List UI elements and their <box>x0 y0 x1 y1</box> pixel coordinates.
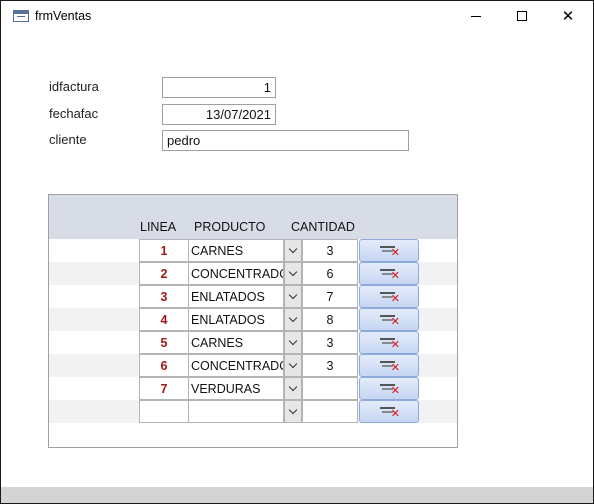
delete-record-icon: ✕ <box>380 337 400 350</box>
delete-record-icon: ✕ <box>380 245 400 258</box>
producto-dropdown-button[interactable] <box>284 262 302 285</box>
table-row: 4 ENLATADOS 8 ✕ <box>49 308 457 331</box>
title-bar: frmVentas ✕ <box>1 1 593 31</box>
status-bar <box>1 487 593 503</box>
window-title: frmVentas <box>35 9 92 23</box>
linea-cell[interactable]: 4 <box>139 308 189 331</box>
linea-cell[interactable]: 3 <box>139 285 189 308</box>
linea-cell[interactable]: 5 <box>139 331 189 354</box>
linea-cell[interactable] <box>139 400 189 423</box>
delete-line-button[interactable]: ✕ <box>359 400 419 423</box>
minimize-icon <box>471 15 481 17</box>
delete-record-icon: ✕ <box>380 314 400 327</box>
chevron-down-icon <box>288 359 298 369</box>
delete-line-button[interactable]: ✕ <box>359 308 419 331</box>
cantidad-cell[interactable] <box>302 377 358 400</box>
cantidad-cell[interactable]: 3 <box>302 331 358 354</box>
delete-record-icon: ✕ <box>380 268 400 281</box>
cantidad-cell[interactable] <box>302 400 358 423</box>
cliente-label: cliente <box>49 132 87 147</box>
chevron-down-icon <box>288 405 298 415</box>
producto-dropdown-button[interactable] <box>284 308 302 331</box>
producto-combobox[interactable]: VERDURAS <box>188 377 284 400</box>
producto-dropdown-button[interactable] <box>284 400 302 423</box>
chevron-down-icon <box>288 244 298 254</box>
chevron-down-icon <box>288 382 298 392</box>
producto-combobox[interactable]: CARNES <box>188 331 284 354</box>
producto-combobox[interactable] <box>188 400 284 423</box>
delete-record-icon: ✕ <box>380 360 400 373</box>
subform-header: LINEA PRODUCTO CANTIDAD <box>49 195 457 239</box>
producto-dropdown-button[interactable] <box>284 377 302 400</box>
producto-dropdown-button[interactable] <box>284 354 302 377</box>
producto-combobox[interactable]: CONCENTRADOS <box>188 262 284 285</box>
linea-cell[interactable]: 1 <box>139 239 189 262</box>
delete-record-icon: ✕ <box>380 406 400 419</box>
idfactura-label: idfactura <box>49 79 99 94</box>
idfactura-field[interactable] <box>162 77 276 98</box>
cantidad-cell[interactable]: 7 <box>302 285 358 308</box>
minimize-button[interactable] <box>453 1 499 31</box>
close-icon: ✕ <box>561 8 575 25</box>
cliente-field[interactable] <box>162 130 409 151</box>
chevron-down-icon <box>288 267 298 277</box>
producto-combobox[interactable]: ENLATADOS <box>188 285 284 308</box>
linea-column-header: LINEA <box>140 220 177 234</box>
cantidad-cell[interactable]: 3 <box>302 239 358 262</box>
producto-combobox[interactable]: ENLATADOS <box>188 308 284 331</box>
cantidad-cell[interactable]: 6 <box>302 262 358 285</box>
table-row: 1 CARNES 3 ✕ <box>49 239 457 262</box>
table-row: 5 CARNES 3 ✕ <box>49 331 457 354</box>
producto-column-header: PRODUCTO <box>194 220 266 234</box>
linea-cell[interactable]: 7 <box>139 377 189 400</box>
chevron-down-icon <box>288 313 298 323</box>
delete-line-button[interactable]: ✕ <box>359 331 419 354</box>
producto-combobox[interactable]: CONCENTRADOS <box>188 354 284 377</box>
chevron-down-icon <box>288 336 298 346</box>
form-icon <box>13 10 29 22</box>
delete-record-icon: ✕ <box>380 383 400 396</box>
producto-dropdown-button[interactable] <box>284 239 302 262</box>
sales-lines-subform: LINEA PRODUCTO CANTIDAD 1 CARNES 3 ✕ 2 CONCEN… <box>48 194 458 448</box>
form-window: frmVentas ✕ idfactura fechafac cliente L… <box>0 0 594 504</box>
linea-cell[interactable]: 6 <box>139 354 189 377</box>
delete-line-button[interactable]: ✕ <box>359 262 419 285</box>
producto-dropdown-button[interactable] <box>284 285 302 308</box>
producto-dropdown-button[interactable] <box>284 331 302 354</box>
fechafac-label: fechafac <box>49 106 99 121</box>
delete-line-button[interactable]: ✕ <box>359 354 419 377</box>
fechafac-field[interactable] <box>162 104 276 125</box>
maximize-button[interactable] <box>499 1 545 31</box>
table-row: 3 ENLATADOS 7 ✕ <box>49 285 457 308</box>
delete-record-icon: ✕ <box>380 291 400 304</box>
delete-line-button[interactable]: ✕ <box>359 239 419 262</box>
table-row: ✕ <box>49 400 457 423</box>
delete-line-button[interactable]: ✕ <box>359 285 419 308</box>
linea-cell[interactable]: 2 <box>139 262 189 285</box>
table-row: 2CONCENTRADOS 6 ✕ <box>49 262 457 285</box>
maximize-icon <box>517 11 527 21</box>
cantidad-cell[interactable]: 3 <box>302 354 358 377</box>
close-button[interactable]: ✕ <box>545 1 591 31</box>
cantidad-column-header: CANTIDAD <box>291 220 355 234</box>
producto-combobox[interactable]: CARNES <box>188 239 284 262</box>
table-row: 6CONCENTRADOS 3 ✕ <box>49 354 457 377</box>
delete-line-button[interactable]: ✕ <box>359 377 419 400</box>
table-row: 7 VERDURAS ✕ <box>49 377 457 400</box>
chevron-down-icon <box>288 290 298 300</box>
cantidad-cell[interactable]: 8 <box>302 308 358 331</box>
